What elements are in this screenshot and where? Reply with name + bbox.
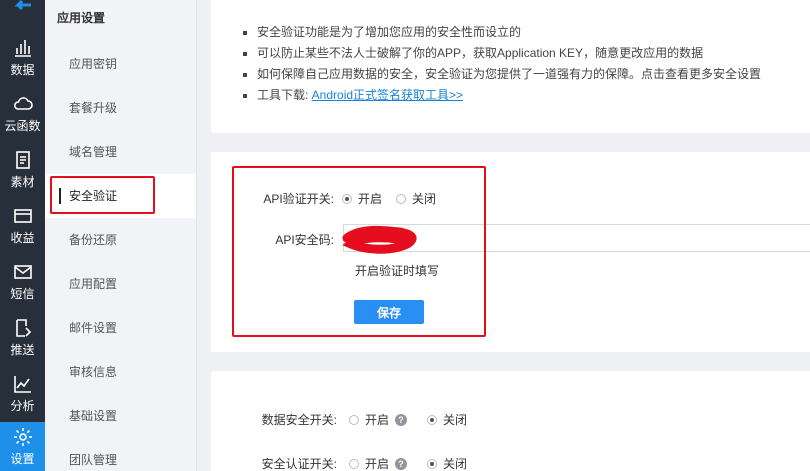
rail-label: 推送 bbox=[10, 343, 35, 357]
rail-label: 设置 bbox=[10, 451, 35, 466]
gear-icon bbox=[13, 427, 32, 446]
rail-item-settings[interactable]: 设置 bbox=[0, 422, 45, 471]
radio-label: 关闭 bbox=[443, 413, 468, 427]
info-line: 可以防止某些不法人士破解了你的APP，获取Application KEY，随意更… bbox=[243, 43, 810, 64]
api-code-input[interactable] bbox=[343, 224, 810, 252]
submenu-title: 应用设置 bbox=[57, 11, 106, 25]
submenu-item-security[interactable]: 安全验证 bbox=[45, 174, 196, 218]
submenu-item-domain[interactable]: 域名管理 bbox=[45, 130, 196, 174]
rail-label: 云函数 bbox=[4, 119, 41, 133]
info-line: 安全验证功能是为了增加您应用的安全性而设立的 bbox=[243, 22, 810, 43]
help-icon[interactable]: ? bbox=[395, 457, 408, 470]
data-security-on[interactable]: 开启 bbox=[349, 411, 389, 428]
api-switch-off[interactable]: 关闭 bbox=[396, 190, 436, 207]
radio-dot bbox=[427, 414, 438, 425]
help-icon[interactable]: ? bbox=[395, 413, 408, 426]
back-arrow-icon[interactable] bbox=[0, 0, 45, 22]
submenu-item-plan-upgrade[interactable]: 套餐升级 bbox=[45, 86, 196, 130]
info-line: 如何保障自己应用数据的安全，安全验证为您提供了一道强有力的保障。点击查看更多安全… bbox=[243, 64, 810, 85]
info-list: 安全验证功能是为了增加您应用的安全性而设立的 可以防止某些不法人士破解了你的AP… bbox=[243, 22, 810, 106]
edit-icon bbox=[15, 319, 31, 337]
mail-icon bbox=[13, 265, 32, 279]
icon-rail: 数据 云函数 素材 收益 短信 推送 分析 设置 bbox=[0, 0, 45, 471]
document-icon bbox=[15, 151, 30, 169]
submenu-item-app-key[interactable]: 应用密钥 bbox=[45, 42, 196, 86]
radio-label: 开启 bbox=[365, 457, 390, 471]
rail-item-analysis[interactable]: 分析 bbox=[0, 366, 45, 422]
radio-dot bbox=[396, 193, 407, 204]
radio-dot bbox=[349, 414, 359, 425]
rail-label: 分析 bbox=[10, 399, 35, 413]
submenu-item-backup[interactable]: 备份还原 bbox=[45, 218, 196, 262]
rail-item-push[interactable]: 推送 bbox=[0, 310, 45, 366]
security-card: 数据安全开关: 开启 ? 关闭 安全认证开关: 开启 ? 关闭 bbox=[211, 371, 810, 471]
rail-label: 数据 bbox=[10, 63, 35, 77]
api-code-row: API安全码: bbox=[248, 231, 334, 248]
api-switch-label: API验证开关: bbox=[263, 192, 334, 206]
auth-security-row: 安全认证开关: 开启 ? 关闭 bbox=[246, 455, 481, 471]
line-chart-icon bbox=[13, 376, 31, 393]
wallet-icon bbox=[13, 209, 32, 223]
api-card: API验证开关: 开启 关闭 API安全码: 开启验证时填写 保存 bbox=[211, 152, 810, 352]
radio-label: 开启 bbox=[365, 413, 390, 427]
rail-item-material[interactable]: 素材 bbox=[0, 142, 45, 198]
rail-item-cloud-function[interactable]: 云函数 bbox=[0, 86, 45, 142]
save-button[interactable]: 保存 bbox=[354, 300, 424, 324]
submenu-item-team[interactable]: 团队管理 bbox=[45, 438, 196, 471]
cloud-icon bbox=[13, 97, 33, 110]
rail-item-sms[interactable]: 短信 bbox=[0, 254, 45, 310]
rail-label: 素材 bbox=[10, 175, 35, 189]
data-security-label: 数据安全开关: bbox=[261, 413, 337, 427]
tools-prefix: 工具下载: bbox=[257, 88, 312, 102]
auth-security-label: 安全认证开关: bbox=[261, 457, 337, 471]
api-switch-row: API验证开关: 开启 关闭 bbox=[248, 190, 450, 207]
rail-label: 短信 bbox=[10, 287, 35, 301]
radio-dot bbox=[427, 458, 438, 469]
info-card: 安全验证功能是为了增加您应用的安全性而设立的 可以防止某些不法人士破解了你的AP… bbox=[211, 0, 810, 133]
android-tool-link[interactable]: Android正式签名获取工具>> bbox=[312, 88, 463, 102]
radio-label: 关闭 bbox=[412, 192, 437, 206]
radio-label: 关闭 bbox=[443, 457, 468, 471]
bar-chart-icon bbox=[14, 40, 31, 57]
rail-label: 收益 bbox=[10, 231, 35, 245]
radio-label: 开启 bbox=[358, 192, 383, 206]
submenu-item-basic[interactable]: 基础设置 bbox=[45, 394, 196, 438]
api-code-label: API安全码: bbox=[275, 233, 334, 247]
auth-security-on[interactable]: 开启 bbox=[349, 455, 389, 471]
radio-dot bbox=[342, 193, 352, 204]
data-security-row: 数据安全开关: 开启 ? 关闭 bbox=[246, 411, 481, 428]
tools-line: 工具下载: Android正式签名获取工具>> bbox=[243, 85, 810, 106]
submenu-item-review[interactable]: 审核信息 bbox=[45, 350, 196, 394]
auth-security-off[interactable]: 关闭 bbox=[427, 455, 467, 471]
data-security-off[interactable]: 关闭 bbox=[427, 411, 467, 428]
rail-item-data[interactable]: 数据 bbox=[0, 30, 45, 86]
radio-dot bbox=[349, 458, 359, 469]
api-code-hint: 开启验证时填写 bbox=[355, 264, 440, 278]
submenu-item-app-config[interactable]: 应用配置 bbox=[45, 262, 196, 306]
main-content: 安全验证功能是为了增加您应用的安全性而设立的 可以防止某些不法人士破解了你的AP… bbox=[197, 0, 810, 471]
submenu-item-mail[interactable]: 邮件设置 bbox=[45, 306, 196, 350]
settings-submenu: 应用设置 应用密钥 套餐升级 域名管理 安全验证 备份还原 应用配置 邮件设置 … bbox=[45, 0, 197, 471]
api-switch-on[interactable]: 开启 bbox=[342, 190, 382, 207]
rail-item-revenue[interactable]: 收益 bbox=[0, 198, 45, 254]
